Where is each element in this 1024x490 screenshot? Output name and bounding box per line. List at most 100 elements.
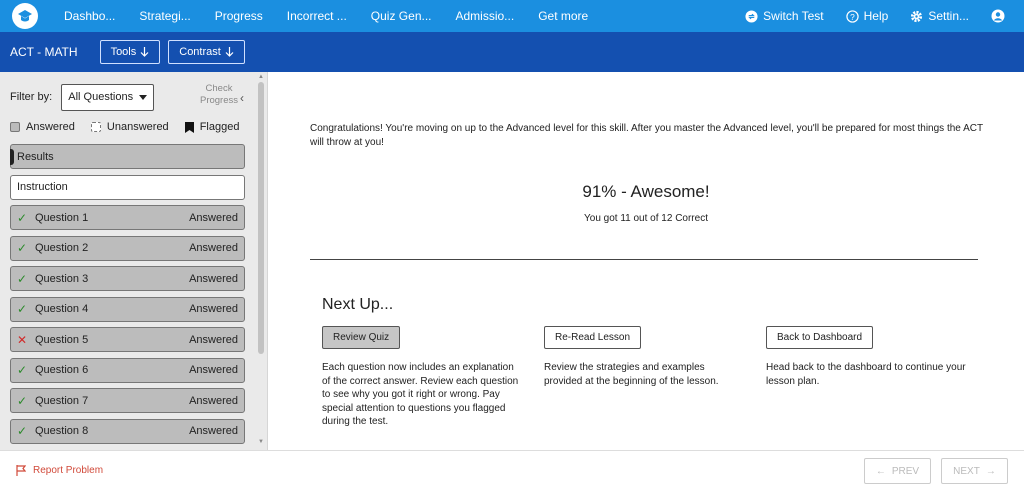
list-item-instruction[interactable]: Instruction [10,174,245,200]
score-summary: You got 11 out of 12 Correct [584,213,708,224]
legend-flagged: Flagged [184,121,240,133]
list-item-label: Question 7 [35,394,89,407]
scroll-up-arrow[interactable]: ▲ [258,74,264,80]
filter-row: Filter by: All Questions Check Progress … [10,83,250,111]
flag-icon [16,465,26,476]
filter-label: Filter by: [10,91,53,103]
chevron-left-icon[interactable]: ‹ [240,91,244,105]
list-item-label: Question 3 [35,272,89,285]
list-item-status: Answered [189,364,238,376]
switch-test-label: Switch Test [763,9,824,23]
back-to-dashboard-description: Head back to the dashboard to continue y… [766,362,966,387]
check-icon: ✓ [17,424,28,438]
list-item-label: Question 1 [35,211,89,224]
check-icon: ✓ [17,210,28,225]
check-icon: ✓ [17,302,28,316]
next-option-dashboard: Back to Dashboard Head back to the dashb… [766,326,966,388]
contrast-label: Contrast [179,46,221,58]
list-item-status: Answered [189,272,238,285]
bookmark-flag-icon [184,121,194,133]
list-item-label: Question 8 [35,425,89,437]
next-button[interactable]: NEXT → [941,458,1008,484]
list-item-question-7[interactable]: ✓ Question 7 Answered [10,388,245,413]
legend-flagged-label: Flagged [199,121,240,133]
results-panel: Congratulations! You're moving on up to … [268,72,1024,450]
legend-unanswered: Unanswered [90,121,169,133]
list-item-status: Answered [189,211,238,224]
user-account-button[interactable] [991,9,1010,23]
review-quiz-button[interactable]: Review Quiz [322,326,401,349]
divider [310,259,978,260]
nav-progress[interactable]: Progress [203,9,275,23]
nav-incorrect[interactable]: Incorrect ... [275,9,359,23]
list-item-label: Question 5 [35,333,89,346]
nav-get-more[interactable]: Get more [526,9,600,23]
nav-admissions[interactable]: Admissio... [444,9,527,23]
review-quiz-description: Each question now includes an explanatio… [322,362,519,427]
tools-button[interactable]: Tools [99,40,161,64]
back-to-dashboard-button[interactable]: Back to Dashboard [766,326,874,349]
arrow-down-icon [140,47,149,57]
list-item-question-4[interactable]: ✓ Question 4 Answered [10,296,245,322]
list-item-status: Answered [189,425,238,437]
check-icon: ✓ [17,271,28,286]
list-item-question-1[interactable]: ✓ Question 1 Answered [10,205,245,230]
check-progress-button[interactable]: Check Progress [194,83,244,107]
list-item-label: Results [17,150,54,163]
prev-button[interactable]: ← PREV [864,458,931,484]
list-item-label: Question 4 [35,303,89,315]
filter-select[interactable]: All Questions [61,83,155,111]
next-option-reread: Re-Read Lesson Review the strategies and… [544,326,744,388]
report-problem-link[interactable]: Report Problem [16,465,103,476]
filter-value: All Questions [68,91,134,103]
score-heading: 91% - Awesome! [582,182,710,201]
switch-test-button[interactable]: Switch Test [745,9,824,23]
list-item-question-3[interactable]: ✓ Question 3 Answered [10,266,245,291]
check-icon: ✓ [17,393,28,408]
check-icon: ✓ [17,241,28,255]
list-item-status: Answered [189,394,238,407]
svg-text:?: ? [850,11,855,21]
settings-label: Settin... [928,9,969,23]
nav-menu: Dashbo... Strategi... Progress Incorrect… [52,9,600,23]
help-icon: ? [845,9,859,23]
arrow-down-icon [225,47,234,57]
current-indicator [10,149,14,165]
test-title: ACT - MATH [10,45,78,59]
sidebar-scrollbar[interactable] [258,82,264,354]
list-item-question-8[interactable]: ✓ Question 8 Answered [10,418,245,444]
nav-strategies[interactable]: Strategi... [127,9,202,23]
next-label: NEXT [953,465,980,477]
list-item-question-6[interactable]: ✓ Question 6 Answered [10,357,245,383]
reread-lesson-button[interactable]: Re-Read Lesson [544,326,642,349]
next-option-review: Review Quiz Each question now includes a… [322,326,522,429]
unanswered-swatch [90,122,101,132]
user-icon [991,9,1005,23]
list-item-results[interactable]: Results [10,144,245,169]
switch-icon [745,9,758,23]
list-item-label: Question 2 [35,242,89,254]
legend-answered-label: Answered [26,121,75,133]
list-item-question-2[interactable]: ✓ Question 2 Answered [10,235,245,261]
congrats-message: Congratulations! You're moving on up to … [310,123,983,148]
nav-quiz-generator[interactable]: Quiz Gen... [359,9,444,23]
answered-swatch [10,122,20,132]
help-button[interactable]: ? Help [845,9,888,23]
list-item-label: Question 6 [35,364,89,376]
reread-lesson-description: Review the strategies and examples provi… [544,362,719,387]
scroll-down-arrow[interactable]: ▼ [258,439,264,445]
top-nav: Dashbo... Strategi... Progress Incorrect… [0,0,1024,32]
contrast-button[interactable]: Contrast [168,40,245,64]
list-item-question-5[interactable]: ✕ Question 5 Answered [10,327,245,352]
question-sidebar: Filter by: All Questions Check Progress … [0,72,268,450]
settings-button[interactable]: Settin... [910,9,969,23]
list-item-status: Answered [189,333,238,346]
arrow-left-icon: ← [875,465,886,477]
cross-icon: ✕ [17,332,28,347]
logo-icon[interactable] [12,3,38,29]
status-legend: Answered Unanswered Flagged [10,121,250,133]
test-toolbar: ACT - MATH Tools Contrast [0,32,1024,72]
question-list: Results Instruction ✓ Question 1 Answere… [10,144,245,449]
legend-answered: Answered [10,121,75,133]
nav-dashboard[interactable]: Dashbo... [52,9,127,23]
